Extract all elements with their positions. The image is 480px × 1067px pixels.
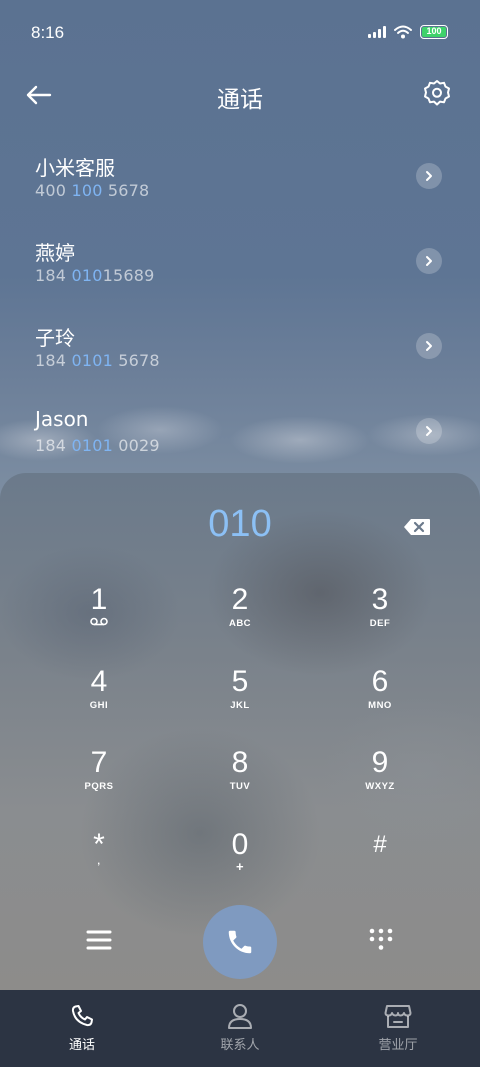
chevron-right-icon[interactable] xyxy=(416,163,442,189)
contact-number: 184 01015689 xyxy=(35,266,155,285)
chevron-right-icon[interactable] xyxy=(416,333,442,359)
phone-icon xyxy=(71,1005,93,1027)
key-2[interactable]: 2 ABC xyxy=(190,583,290,653)
contact-number: 184 0101 5678 xyxy=(35,351,160,370)
wifi-icon xyxy=(394,25,412,39)
person-icon xyxy=(228,1004,252,1029)
contact-list: 小米客服 400 100 5678 燕婷 184 01015689 子玲 184… xyxy=(0,145,480,485)
key-5[interactable]: 5 JKL xyxy=(190,665,290,735)
menu-icon[interactable] xyxy=(85,927,113,953)
list-item[interactable]: 小米客服 400 100 5678 xyxy=(0,145,480,230)
tab-calls[interactable]: 通话 xyxy=(22,1000,142,1053)
tab-store-label: 营业厅 xyxy=(378,1038,418,1053)
key-9[interactable]: 9 WXYZ xyxy=(330,746,430,816)
dialpad-grid-icon[interactable] xyxy=(367,927,395,953)
key-0[interactable]: 0 + xyxy=(190,828,290,898)
chevron-right-icon[interactable] xyxy=(416,418,442,444)
tab-store[interactable]: 营业厅 xyxy=(338,1000,458,1053)
contact-number: 184 0101 0029 xyxy=(35,436,160,455)
status-bar: 8:16 100 xyxy=(0,0,480,66)
contact-number: 400 100 5678 xyxy=(35,181,150,200)
key-3[interactable]: 3 DEF xyxy=(330,583,430,653)
dialpad-panel: 010 1 2 ABC 3 DEF 4 GHI 5 JKL 6 MNO 7 PQ… xyxy=(0,473,480,993)
dialpad-actions xyxy=(0,901,480,981)
status-time: 8:16 xyxy=(31,23,65,42)
contact-name: 燕婷 xyxy=(35,241,75,265)
key-hash[interactable]: # xyxy=(330,828,430,898)
signal-icon xyxy=(368,26,386,38)
battery-level: 100 xyxy=(422,27,446,37)
chevron-right-icon[interactable] xyxy=(416,248,442,274)
key-8[interactable]: 8 TUV xyxy=(190,746,290,816)
contact-name: Jason xyxy=(35,407,89,431)
page-title: 通话 xyxy=(217,87,263,113)
voicemail-icon xyxy=(90,617,108,626)
tab-contacts-label: 联系人 xyxy=(220,1038,260,1053)
battery-icon: 100 xyxy=(420,25,448,39)
store-icon xyxy=(384,1005,412,1028)
key-6[interactable]: 6 MNO xyxy=(330,665,430,735)
tab-calls-label: 通话 xyxy=(68,1038,95,1053)
key-7[interactable]: 7 PQRS xyxy=(49,746,149,816)
phone-icon xyxy=(228,930,252,954)
contact-name: 子玲 xyxy=(35,326,75,350)
status-icons: 100 xyxy=(368,25,448,39)
key-star[interactable]: * , xyxy=(49,828,149,898)
list-item[interactable]: 子玲 184 0101 5678 xyxy=(0,315,480,400)
list-item[interactable]: 燕婷 184 01015689 xyxy=(0,230,480,315)
bottom-nav: 通话 联系人 营业厅 xyxy=(0,990,480,1067)
call-button[interactable] xyxy=(203,905,277,979)
backspace-icon[interactable] xyxy=(402,517,432,537)
header: 通话 xyxy=(0,70,480,118)
gear-icon[interactable] xyxy=(422,78,452,108)
contact-name: 小米客服 xyxy=(35,156,115,180)
key-1[interactable]: 1 xyxy=(49,583,149,653)
tab-contacts[interactable]: 联系人 xyxy=(180,1000,300,1053)
key-4[interactable]: 4 GHI xyxy=(49,665,149,735)
